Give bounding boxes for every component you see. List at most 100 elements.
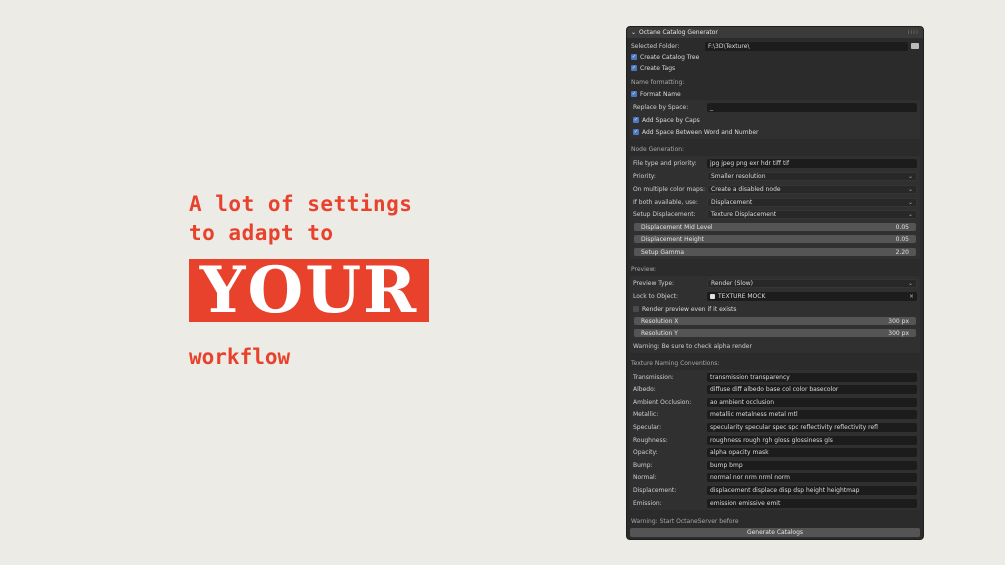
resolution-x-label: Resolution X — [641, 317, 679, 325]
preview-type-value: Render (Slow) — [711, 279, 754, 287]
multiple-maps-label: On multiple color maps: — [633, 185, 705, 193]
priority-dropdown[interactable]: Smaller resolution ⌄ — [707, 171, 917, 181]
file-type-input[interactable]: jpg jpeg png exr hdr tiff tif — [707, 158, 917, 168]
chevron-down-icon: ⌄ — [907, 279, 913, 287]
naming-title: Texture Naming Conventions: — [631, 360, 720, 367]
naming-row-input[interactable]: alpha opacity mask — [707, 448, 917, 458]
format-name-checkbox[interactable]: ✓ — [631, 91, 637, 97]
chevron-down-icon: ⌄ — [907, 198, 913, 206]
naming-row-label: Metallic: — [633, 411, 659, 419]
lock-to-object-label: Lock to Object: — [633, 292, 679, 300]
generate-catalogs-button[interactable]: Generate Catalogs — [630, 528, 920, 537]
naming-row-input[interactable]: ao ambient occlusion — [707, 397, 917, 407]
naming-row: Metallic: metallic metalness metal mtl — [633, 410, 917, 420]
naming-row: Roughness: roughness rough rgh gloss glos… — [633, 435, 917, 445]
naming-row-label: Roughness: — [633, 436, 668, 444]
render-if-exists-checkbox[interactable]: ✓ — [633, 306, 639, 312]
setup-displacement-row: Setup Displacement: Texture Displacement… — [633, 209, 917, 219]
selected-folder-input[interactable]: F:\3D\Texture\ — [705, 41, 908, 51]
promo-block: A lot of settings to adapt to YOUR workf… — [189, 190, 449, 369]
both-available-dropdown[interactable]: Displacement ⌄ — [707, 197, 917, 207]
naming-row: Bump: bump bmp — [633, 460, 917, 470]
naming-row-input[interactable]: metallic metalness metal mtl — [707, 410, 917, 420]
create-tags-label: Create Tags — [640, 64, 676, 72]
naming-row-input[interactable]: bump bmp — [707, 460, 917, 470]
naming-row-label: Specular: — [633, 423, 662, 431]
setup-displacement-dropdown[interactable]: Texture Displacement ⌄ — [707, 209, 917, 219]
priority-row: Priority: Smaller resolution ⌄ — [633, 171, 917, 181]
setup-displacement-label: Setup Displacement: — [633, 210, 696, 218]
lock-to-object-field[interactable]: TEXTURE MOCK × — [707, 291, 917, 301]
resolution-y-slider[interactable]: Resolution Y 300 px — [634, 329, 916, 337]
multiple-maps-dropdown[interactable]: Create a disabled node ⌄ — [707, 184, 917, 194]
render-if-exists-row[interactable]: ✓Render preview even if it exists — [633, 304, 919, 314]
panel-title: Octane Catalog Generator — [639, 29, 718, 36]
create-catalog-tree-row[interactable]: ✓ Create Catalog Tree — [631, 52, 919, 62]
naming-row: Displacement: displacement displace disp … — [633, 485, 917, 495]
naming-row: Ambient Occlusion: ao ambient occlusion — [633, 397, 917, 407]
replace-by-space-input[interactable]: _ — [707, 102, 917, 112]
resolution-x-slider[interactable]: Resolution X 300 px — [634, 317, 916, 325]
priority-label: Priority: — [633, 172, 656, 180]
octane-catalog-panel: ⌄ Octane Catalog Generator ⁞⁞⁞⁞ Selected… — [626, 26, 924, 540]
preview-warning: Warning: Be sure to check alpha render — [633, 343, 752, 350]
create-tags-row[interactable]: ✓ Create Tags — [631, 63, 919, 73]
multiple-maps-value: Create a disabled node — [711, 185, 781, 193]
format-name-label: Format Name — [640, 90, 681, 98]
naming-row-label: Ambient Occlusion: — [633, 398, 692, 406]
add-space-caps-row[interactable]: ✓ Add Space by Caps — [633, 115, 919, 125]
create-catalog-tree-checkbox[interactable]: ✓ — [631, 54, 637, 60]
lock-to-object-value: TEXTURE MOCK — [718, 292, 766, 300]
promo-line-1: A lot of settings — [189, 192, 413, 216]
folder-icon[interactable] — [911, 43, 919, 49]
naming-row-input[interactable]: roughness rough rgh gloss glossiness gls — [707, 435, 917, 445]
displacement-mid-level-slider[interactable]: Displacement Mid Level 0.05 — [634, 223, 916, 231]
promo-line-2: to adapt to — [189, 221, 334, 245]
preview-type-dropdown[interactable]: Render (Slow) ⌄ — [707, 278, 917, 288]
displacement-height-label: Displacement Height — [641, 235, 704, 243]
selected-folder-row: Selected Folder: F:\3D\Texture\ — [631, 41, 919, 51]
naming-row: Opacity: alpha opacity mask — [633, 448, 917, 458]
panel-header[interactable]: ⌄ Octane Catalog Generator ⁞⁞⁞⁞ — [627, 27, 923, 38]
preview-type-label: Preview Type: — [633, 279, 675, 287]
displacement-mid-level-label: Displacement Mid Level — [641, 223, 713, 231]
add-space-caps-label: Add Space by Caps — [642, 116, 700, 124]
naming-row-input[interactable]: diffuse diff albedo base col color basec… — [707, 385, 917, 395]
naming-row-label: Emission: — [633, 499, 662, 507]
setup-gamma-slider[interactable]: Setup Gamma 2.20 — [634, 248, 916, 256]
resolution-y-label: Resolution Y — [641, 329, 678, 337]
replace-by-space-row: Replace by Space: _ — [633, 102, 917, 112]
render-if-exists-label: Render preview even if it exists — [642, 305, 737, 313]
preview-type-row: Preview Type: Render (Slow) ⌄ — [633, 278, 917, 288]
add-space-caps-checkbox[interactable]: ✓ — [633, 117, 639, 123]
lock-to-object-row: Lock to Object: TEXTURE MOCK × — [633, 291, 917, 301]
preview-title: Preview: — [631, 266, 657, 273]
displacement-height-value: 0.05 — [895, 235, 909, 243]
add-space-word-number-row[interactable]: ✓ Add Space Between Word and Number — [633, 127, 919, 137]
add-space-word-number-checkbox[interactable]: ✓ — [633, 129, 639, 135]
drag-handle-icon[interactable]: ⁞⁞⁞⁞ — [907, 29, 919, 36]
resolution-y-value: 300 px — [888, 329, 909, 337]
naming-row-label: Normal: — [633, 474, 657, 482]
promo-highlight-box: YOUR — [189, 258, 429, 322]
chevron-down-icon: ⌄ — [907, 185, 913, 193]
create-tags-checkbox[interactable]: ✓ — [631, 65, 637, 71]
naming-row-input[interactable]: displacement displace disp dsp height he… — [707, 485, 917, 495]
close-icon[interactable]: × — [909, 293, 914, 300]
naming-row-input[interactable]: emission emissive emit — [707, 498, 917, 508]
naming-row-input[interactable]: specularity specular spec spc reflectivi… — [707, 422, 917, 432]
chevron-down-icon[interactable]: ⌄ — [631, 29, 636, 36]
naming-row-label: Albedo: — [633, 386, 656, 394]
naming-row-label: Displacement: — [633, 486, 677, 494]
naming-row: Specular: specularity specular spec spc r… — [633, 422, 917, 432]
chevron-down-icon: ⌄ — [907, 210, 913, 218]
format-name-row[interactable]: ✓ Format Name — [631, 89, 919, 99]
naming-row-input[interactable]: normal nor nrm nrml norm — [707, 473, 917, 483]
displacement-height-slider[interactable]: Displacement Height 0.05 — [634, 235, 916, 243]
naming-row-input[interactable]: transmission transparency — [707, 372, 917, 382]
node-generation-title: Node Generation: — [631, 146, 685, 153]
both-available-label: If both available, use: — [633, 198, 698, 206]
naming-row-label: Transmission: — [633, 373, 674, 381]
priority-value: Smaller resolution — [711, 172, 766, 180]
chevron-down-icon: ⌄ — [907, 172, 913, 180]
